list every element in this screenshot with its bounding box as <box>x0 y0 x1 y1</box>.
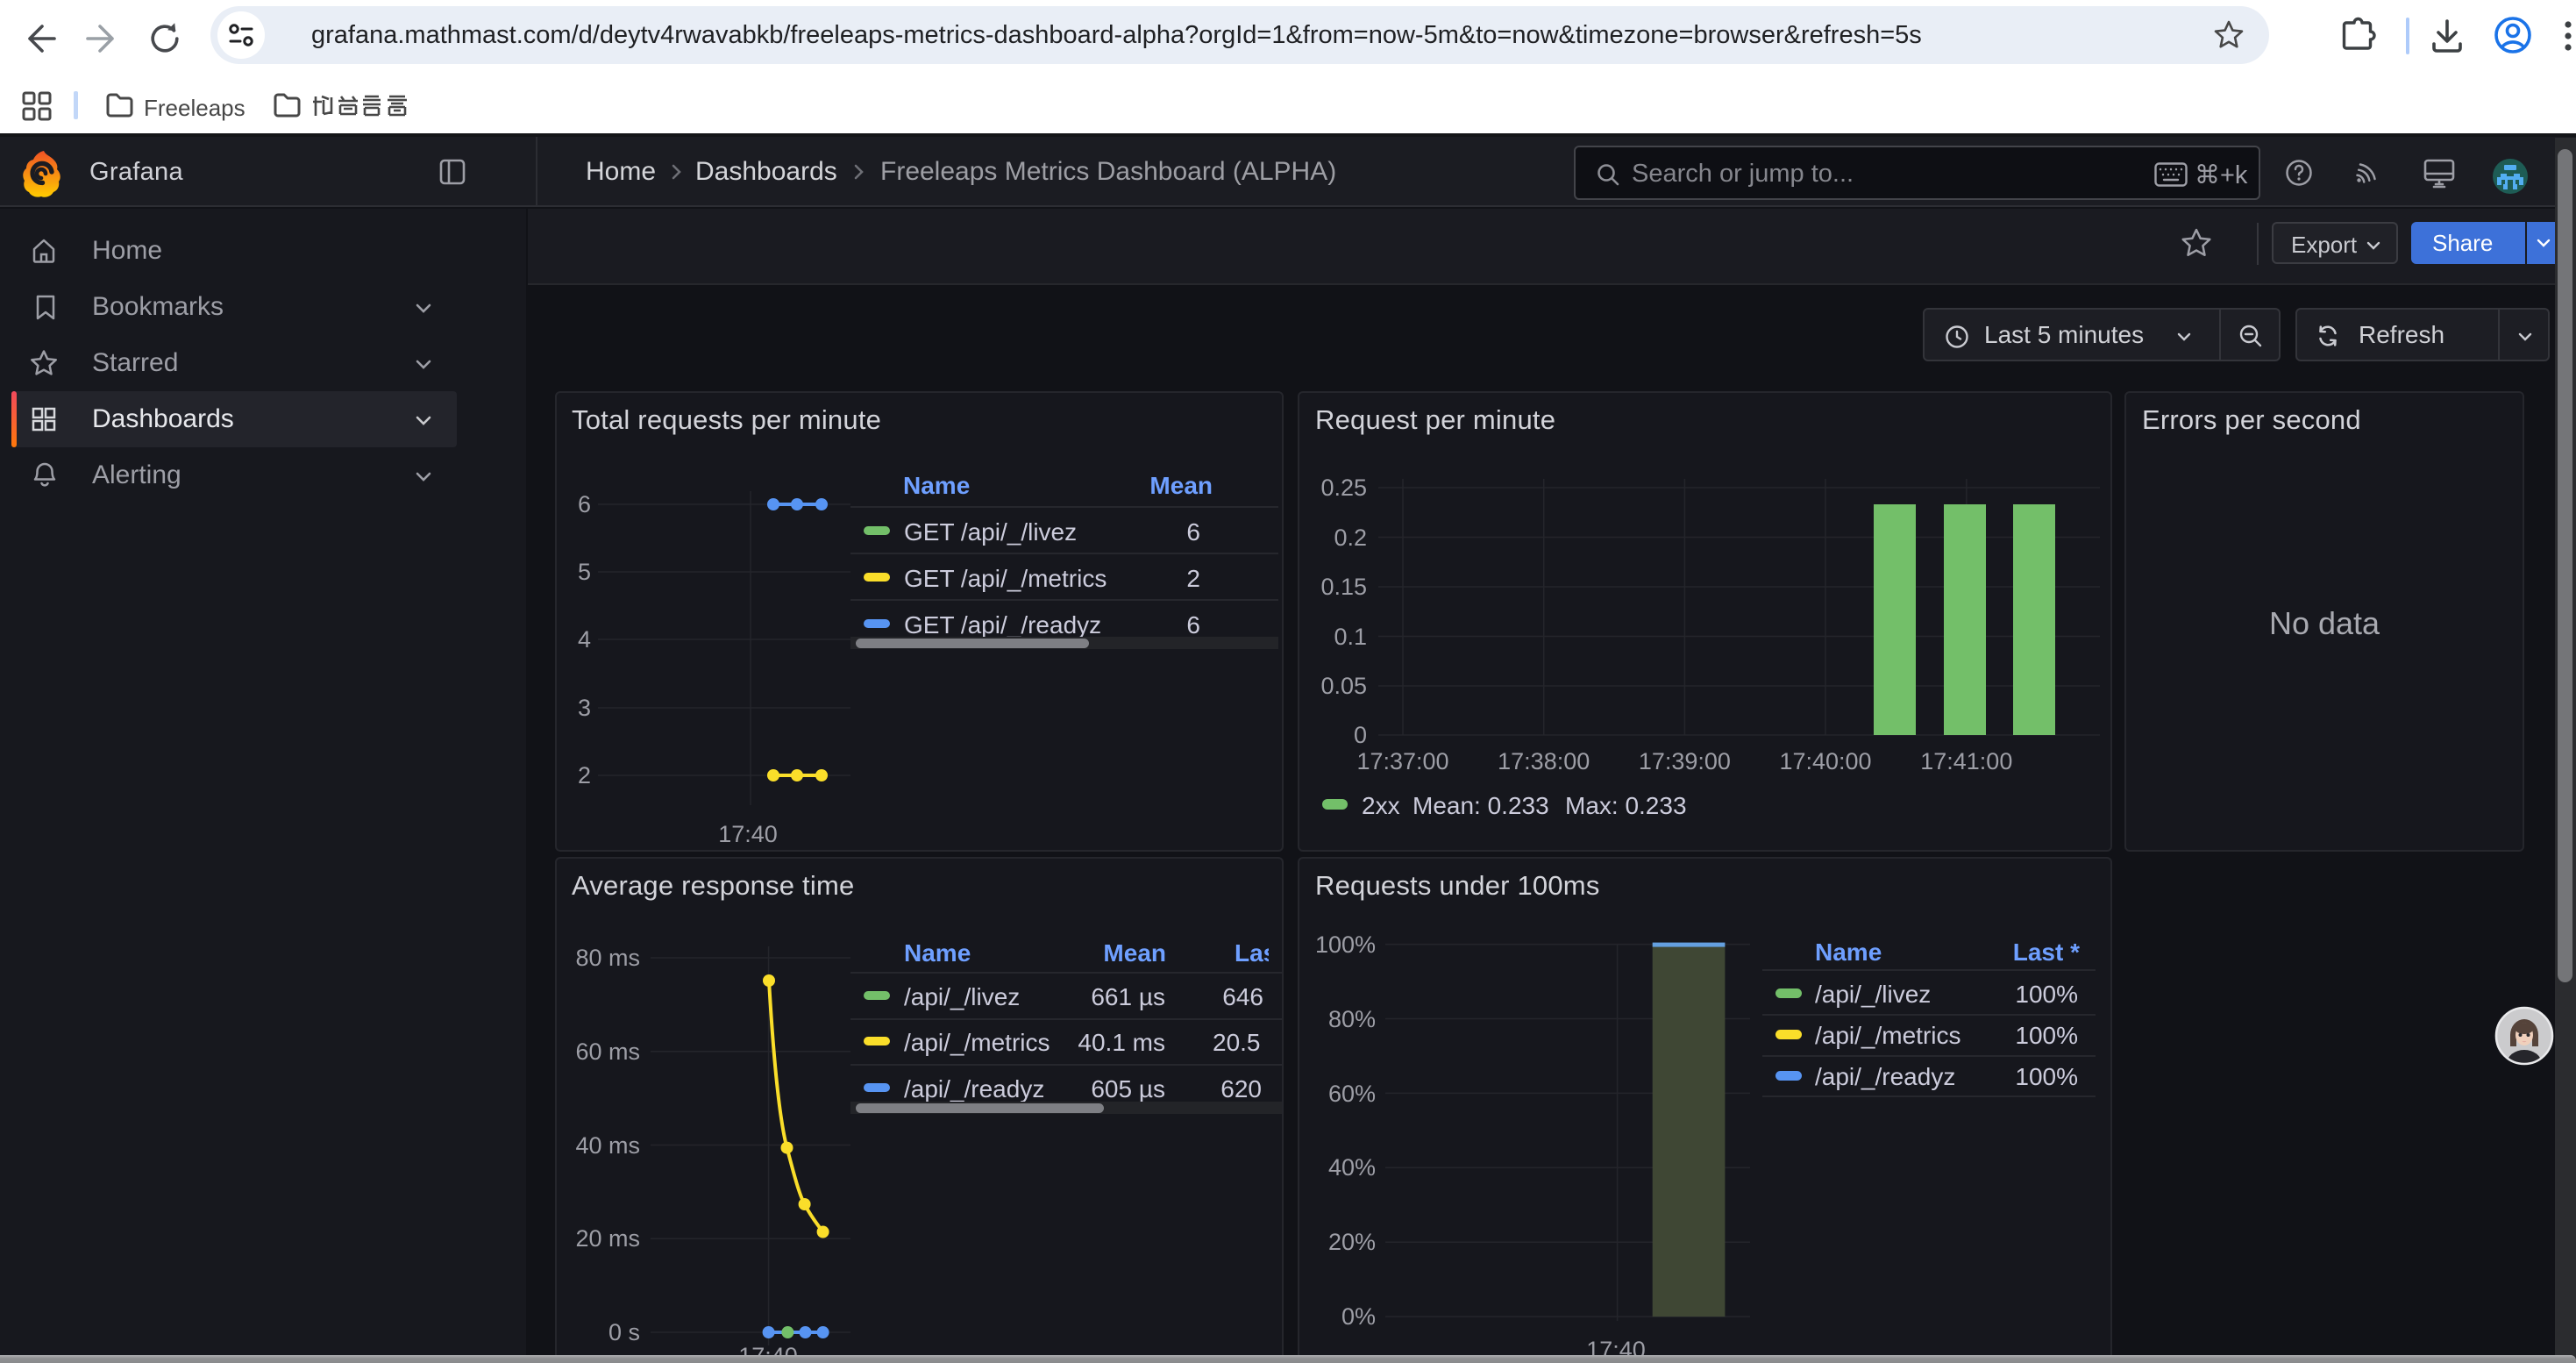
svg-text:6: 6 <box>578 491 591 517</box>
svg-text:4: 4 <box>578 626 591 653</box>
svg-text:0.25: 0.25 <box>1320 475 1367 501</box>
svg-text:5: 5 <box>578 559 591 585</box>
svg-text:17:39:00: 17:39:00 <box>1639 748 1731 774</box>
svg-text:0 s: 0 s <box>608 1319 640 1345</box>
svg-text:20 ms: 20 ms <box>575 1225 640 1252</box>
svg-text:17:40: 17:40 <box>718 821 778 847</box>
svg-text:100%: 100% <box>1315 931 1376 958</box>
svg-text:0: 0 <box>1354 722 1367 748</box>
svg-text:0.1: 0.1 <box>1334 624 1367 650</box>
svg-text:40%: 40% <box>1328 1154 1376 1181</box>
svg-text:2: 2 <box>578 762 591 789</box>
svg-text:17:40:00: 17:40:00 <box>1779 748 1871 774</box>
svg-text:0%: 0% <box>1341 1303 1376 1330</box>
svg-text:60%: 60% <box>1328 1081 1376 1107</box>
svg-text:20%: 20% <box>1328 1229 1376 1255</box>
svg-text:17:41:00: 17:41:00 <box>1920 748 2012 774</box>
svg-text:0.2: 0.2 <box>1334 525 1367 551</box>
svg-text:0.05: 0.05 <box>1320 673 1367 699</box>
svg-text:40 ms: 40 ms <box>575 1132 640 1159</box>
svg-text:17:37:00: 17:37:00 <box>1356 748 1448 774</box>
svg-text:80%: 80% <box>1328 1006 1376 1032</box>
svg-text:17:38:00: 17:38:00 <box>1498 748 1590 774</box>
svg-text:60 ms: 60 ms <box>575 1038 640 1065</box>
svg-text:0.15: 0.15 <box>1320 574 1367 600</box>
svg-text:3: 3 <box>578 695 591 721</box>
svg-text:80 ms: 80 ms <box>575 945 640 971</box>
